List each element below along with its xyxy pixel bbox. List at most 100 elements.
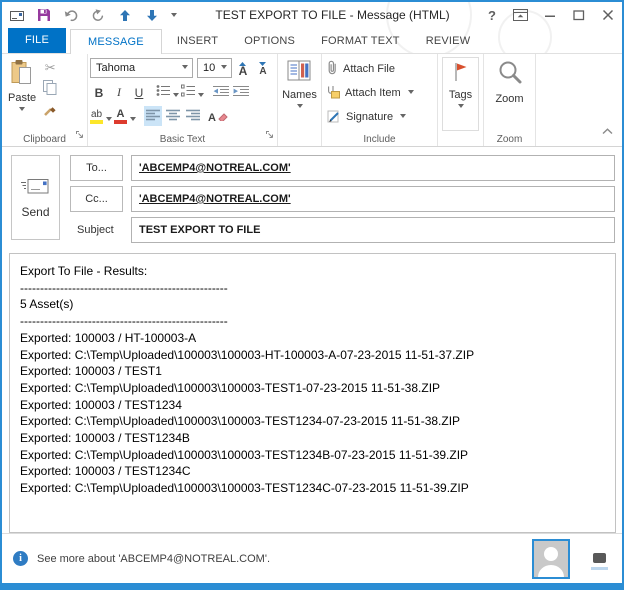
minimize-button[interactable] (545, 10, 556, 21)
clipboard-dialog-launcher[interactable] (76, 126, 84, 144)
address-book-icon (287, 59, 313, 86)
close-button[interactable] (602, 9, 614, 21)
basic-text-group: Tahoma 10 A A B I U (88, 54, 278, 146)
decrease-indent-icon (213, 85, 230, 100)
body-line: Exported: 100003 / TEST1 (20, 363, 605, 380)
subject-label: Subject (70, 224, 123, 236)
decrease-indent-button[interactable] (212, 82, 230, 102)
numbering-button[interactable] (181, 82, 204, 102)
people-pane-underline (591, 567, 608, 570)
message-window: TEST EXPORT TO FILE - Message (HTML) ? F… (0, 0, 624, 590)
copy-button[interactable] (40, 80, 60, 99)
format-painter-button[interactable] (40, 102, 60, 121)
send-button[interactable]: Send (11, 155, 60, 240)
shrink-font-button[interactable]: A (254, 58, 272, 78)
body-line: ----------------------------------------… (20, 313, 605, 330)
align-right-button[interactable] (184, 106, 202, 126)
message-header: Send To... 'ABCEMP4@NOTREAL.COM' Cc... '… (2, 147, 622, 249)
clear-formatting-button[interactable]: A (208, 106, 228, 126)
text-highlight-button[interactable]: ab (90, 106, 112, 126)
cut-button[interactable]: ✂ (40, 58, 60, 77)
maximize-button[interactable] (573, 10, 585, 21)
font-size-combobox[interactable]: 10 (197, 58, 232, 78)
tab-options[interactable]: OPTIONS (231, 29, 308, 53)
ribbon-tab-row: FILE MESSAGE INSERT OPTIONS FORMAT TEXT … (2, 28, 622, 54)
tags-group: Tags (438, 54, 484, 146)
grow-font-button[interactable]: A (234, 58, 252, 78)
cc-field[interactable]: 'ABCEMP4@NOTREAL.COM' (131, 186, 615, 212)
font-color-button[interactable]: A (114, 106, 136, 126)
highlight-color-bar (90, 120, 103, 124)
contact-avatar[interactable] (532, 539, 570, 579)
align-center-button[interactable] (164, 106, 182, 126)
chevron-down-icon (408, 90, 414, 97)
align-left-icon (146, 109, 161, 124)
bold-button[interactable]: B (90, 82, 108, 102)
underline-button[interactable]: U (130, 82, 148, 102)
tab-file[interactable]: FILE (8, 28, 66, 53)
ribbon: Paste ✂ Clipboard Tahoma (2, 54, 622, 147)
tags-dropdown-icon[interactable] (458, 104, 464, 111)
italic-button[interactable]: I (110, 82, 128, 102)
help-button[interactable]: ? (488, 8, 496, 23)
attach-item-button[interactable]: Attach Item (324, 81, 435, 105)
chevron-down-icon (173, 93, 179, 100)
collapse-ribbon-button[interactable] (602, 122, 613, 140)
to-button[interactable]: To... (70, 155, 123, 181)
tab-message[interactable]: MESSAGE (70, 29, 162, 54)
subject-field[interactable]: TEST EXPORT TO FILE (131, 217, 615, 243)
clipboard-group: Paste ✂ Clipboard (2, 54, 88, 146)
message-window-icon (9, 7, 25, 23)
attach-file-button[interactable]: Attach File (324, 57, 435, 81)
body-line: 5 Asset(s) (20, 296, 605, 313)
info-icon: i (13, 551, 28, 566)
redo-button[interactable] (90, 7, 106, 23)
body-line: Exported: 100003 / TEST1234C (20, 463, 605, 480)
window-controls: ? (488, 8, 614, 23)
chevron-down-icon (106, 117, 112, 124)
bullets-button[interactable] (156, 82, 179, 102)
tab-format-text[interactable]: FORMAT TEXT (308, 29, 413, 53)
font-color-bar (114, 120, 127, 124)
body-line: Exported: C:\Temp\Uploaded\100003\100003… (20, 413, 605, 430)
signature-pen-icon (327, 109, 341, 126)
flag-icon (453, 61, 468, 86)
increase-indent-icon (233, 85, 250, 100)
move-up-button[interactable] (117, 7, 133, 23)
zoom-button[interactable]: Zoom (491, 57, 527, 131)
ribbon-spacer (536, 54, 622, 146)
cc-button[interactable]: Cc... (70, 186, 123, 212)
names-group: Names (278, 54, 322, 146)
zoom-group: Zoom Zoom (484, 54, 536, 146)
ribbon-display-options-button[interactable] (513, 9, 528, 21)
font-name-combobox[interactable]: Tahoma (90, 58, 193, 78)
increase-indent-button[interactable] (232, 82, 250, 102)
chevron-down-icon (221, 65, 227, 72)
move-down-button[interactable] (144, 7, 160, 23)
numbered-list-icon (181, 84, 196, 100)
window-title: TEST EXPORT TO FILE - Message (HTML) (177, 8, 488, 22)
tags-button[interactable]: Tags (442, 57, 479, 131)
body-line: Exported: C:\Temp\Uploaded\100003\100003… (20, 447, 605, 464)
eraser-icon (217, 110, 228, 124)
basic-text-dialog-launcher[interactable] (266, 126, 274, 144)
tab-review[interactable]: REVIEW (413, 29, 484, 53)
tab-insert[interactable]: INSERT (164, 29, 231, 53)
save-button[interactable] (36, 7, 52, 23)
paste-button[interactable]: Paste (4, 57, 40, 131)
signature-button[interactable]: Signature (324, 105, 435, 129)
paste-dropdown-icon[interactable] (19, 107, 25, 114)
to-field[interactable]: 'ABCEMP4@NOTREAL.COM' (131, 155, 615, 181)
message-body[interactable]: Export To File - Results: --------------… (9, 253, 616, 533)
scissors-icon: ✂ (45, 60, 56, 76)
body-line: Exported: C:\Temp\Uploaded\100003\100003… (20, 480, 605, 497)
chevron-down-icon (130, 117, 136, 124)
align-left-button[interactable] (144, 106, 162, 126)
names-button[interactable]: Names (278, 57, 321, 131)
copy-icon (43, 80, 57, 100)
people-pane-toggle[interactable] (591, 553, 608, 570)
undo-button[interactable] (63, 7, 79, 23)
see-more-link[interactable]: See more about 'ABCEMP4@NOTREAL.COM'. (37, 553, 270, 565)
names-dropdown-icon[interactable] (297, 104, 303, 111)
body-line: Exported: 100003 / TEST1234 (20, 397, 605, 414)
